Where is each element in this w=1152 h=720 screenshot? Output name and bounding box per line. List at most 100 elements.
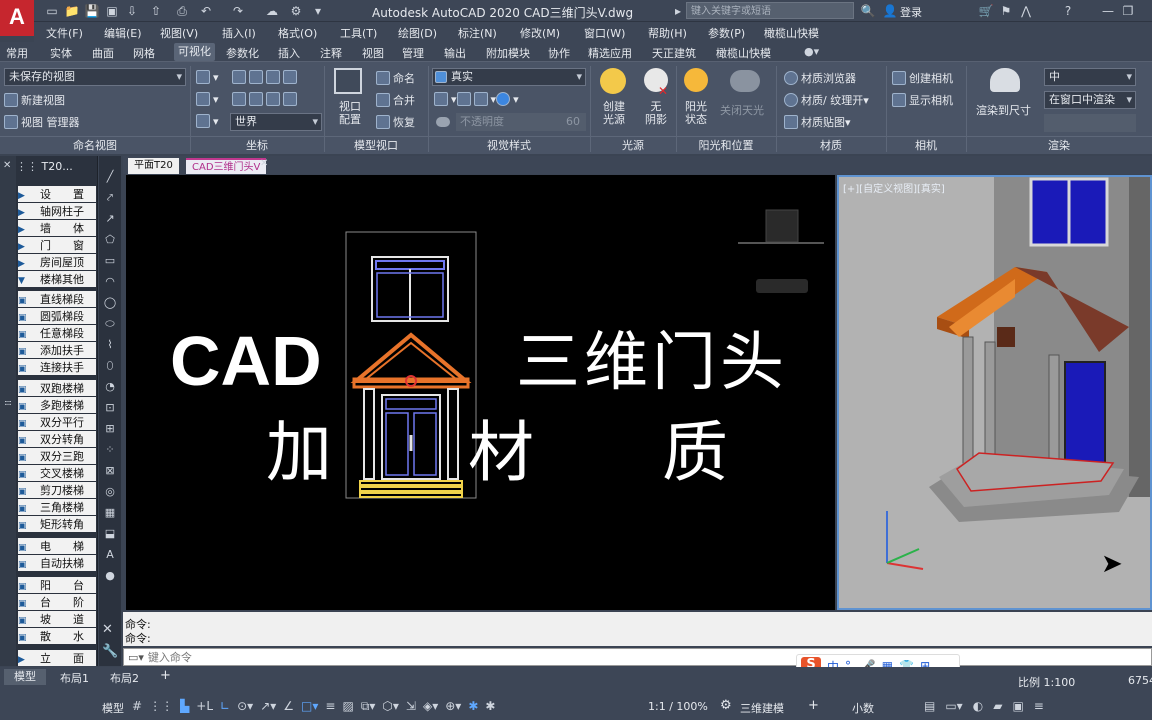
palette-item[interactable]: ▣ 剪刀楼梯: [18, 482, 96, 498]
workspace-icon[interactable]: ⚙: [288, 3, 304, 19]
ribbon-tab[interactable]: 管理: [402, 45, 424, 61]
rectangle-icon[interactable]: ▭: [103, 254, 117, 268]
minimize-icon[interactable]: —: [1100, 3, 1116, 19]
object-snap-icon[interactable]: □▾: [301, 699, 318, 714]
palette-item[interactable]: ▣ 双分转角: [18, 431, 96, 447]
viewport-restore-button[interactable]: 恢复: [376, 114, 415, 130]
doc-tab-current[interactable]: CAD三维门头V: [186, 158, 267, 174]
selection-filter-icon[interactable]: ◈▾: [423, 699, 438, 714]
layout-tab-model[interactable]: 模型: [4, 669, 46, 685]
ribbon-tab[interactable]: 常用: [6, 45, 28, 61]
quick-properties-icon[interactable]: ▤: [924, 699, 935, 713]
new-file-icon[interactable]: ▭: [44, 3, 60, 19]
palette-item[interactable]: ▶ 轴网柱子: [18, 203, 96, 219]
3d-viewport[interactable]: ➤: [837, 175, 1152, 610]
palette-item[interactable]: ▣ 任意梯段: [18, 325, 96, 341]
named-view-dropdown[interactable]: 未保存的视图: [4, 68, 186, 86]
snap-icon[interactable]: ⋮⋮: [149, 699, 173, 714]
search-icon[interactable]: 🔍: [860, 3, 876, 19]
edge-effects-buttons[interactable]: ▾ ▾ ▾: [434, 92, 519, 106]
model-canvas[interactable]: CAD 三维门头 加 材 质: [126, 175, 835, 610]
save-icon[interactable]: 💾: [84, 3, 100, 19]
palette-item[interactable]: ▣ 双分平行: [18, 414, 96, 430]
login-link[interactable]: 登录: [900, 4, 922, 20]
palette-item[interactable]: ▣ 多跑楼梯: [18, 397, 96, 413]
opacity-toggle-icon[interactable]: [436, 117, 450, 127]
create-light-button[interactable]: 创建 光源: [594, 100, 634, 126]
lineweight-icon[interactable]: ≡: [325, 699, 335, 714]
tab-overflow-icon[interactable]: ●▾: [804, 45, 819, 58]
ucs-x-button[interactable]: [232, 70, 300, 84]
hatch-icon[interactable]: ⊠: [103, 464, 117, 478]
ortho-icon[interactable]: ∟: [220, 699, 230, 714]
create-camera-button[interactable]: 创建相机: [892, 70, 953, 86]
auto-scale-icon[interactable]: ✱: [485, 699, 495, 714]
web-open-icon[interactable]: ⇩: [124, 3, 140, 19]
ribbon-tab[interactable]: 精选应用: [588, 45, 632, 61]
autodesk-app-icon[interactable]: ⚑: [998, 3, 1014, 19]
menu-item[interactable]: 工具(T): [340, 25, 377, 41]
viewport-config-icon[interactable]: [334, 68, 362, 94]
menu-item[interactable]: 格式(O): [278, 25, 317, 41]
share-icon[interactable]: ☁: [264, 3, 280, 19]
opacity-slider[interactable]: 不透明度 60: [456, 113, 586, 131]
palette-item[interactable]: ▶ 门 窗: [18, 237, 96, 253]
drafting-toggles[interactable]: # ⋮⋮ ▙ +L ∟ ⊙▾ ↗▾ ∠ □▾ ≡ ▨ ⧉▾ ⬡▾ ⇲ ◈▾ ⊕▾…: [132, 699, 495, 714]
user-icon[interactable]: 👤: [882, 3, 898, 19]
open-folder-icon[interactable]: 📁: [64, 3, 80, 19]
autocad-logo[interactable]: A: [0, 0, 34, 36]
ucs-3point-button[interactable]: ▾: [196, 114, 219, 128]
plot-icon[interactable]: ⎙: [174, 3, 190, 19]
ellipse-icon[interactable]: ⬯: [103, 359, 117, 373]
add-selected-icon[interactable]: ●: [103, 569, 117, 583]
palette-side-strip[interactable]: [0, 156, 16, 666]
status-right-tools[interactable]: ▤ ▭▾ ◐ ▰ ▣ ≡: [924, 699, 1044, 713]
search-input[interactable]: 键入关键字或短语: [686, 2, 854, 19]
annotation-scale[interactable]: 1:1 / 100%: [648, 700, 708, 713]
palette-item[interactable]: ▣ 台 阶: [18, 594, 96, 610]
clean-screen-icon[interactable]: ▣: [1012, 699, 1023, 713]
menu-item[interactable]: 编辑(E): [104, 25, 142, 41]
doc-tab-plan[interactable]: 平面T20: [128, 158, 179, 174]
restore-icon[interactable]: ❐: [1120, 3, 1136, 19]
polygon-icon[interactable]: ⬠: [103, 233, 117, 247]
dynamic-input-icon[interactable]: +L: [196, 699, 213, 714]
menu-item[interactable]: 插入(I): [222, 25, 256, 41]
xline-icon[interactable]: ↗: [103, 212, 117, 226]
viewport-config-button[interactable]: 视口 配置: [334, 100, 366, 126]
arc-icon[interactable]: ◠: [103, 275, 117, 289]
command-close-icon[interactable]: ✕: [102, 622, 113, 637]
layout-tab-1[interactable]: 布局1: [60, 670, 89, 686]
insert-block-icon[interactable]: ⊡: [103, 401, 117, 415]
gizmo-icon[interactable]: ⊕▾: [445, 699, 461, 714]
render-quality-dropdown[interactable]: 中: [1044, 68, 1136, 86]
units-dropdown[interactable]: 小数: [852, 700, 874, 716]
menu-item[interactable]: 视图(V): [160, 25, 198, 41]
visual-style-dropdown[interactable]: 真实: [432, 68, 586, 86]
infer-icon[interactable]: ▙: [180, 699, 189, 714]
layout-tab-2[interactable]: 布局2: [110, 670, 139, 686]
palette-item[interactable]: ▣ 散 水: [18, 628, 96, 644]
annotation-monitor-icon[interactable]: +: [808, 698, 819, 713]
cart-icon[interactable]: 🛒: [978, 3, 994, 19]
ribbon-tab[interactable]: 插入: [278, 45, 300, 61]
materials-browser-button[interactable]: 材质浏览器: [784, 70, 856, 86]
palette-close-icon[interactable]: ✕: [3, 160, 11, 171]
menu-item[interactable]: 标注(N): [458, 25, 497, 41]
save-as-icon[interactable]: ▣: [104, 3, 120, 19]
palette-item[interactable]: ▣ 矩形转角: [18, 516, 96, 532]
grid-icon[interactable]: #: [132, 699, 142, 714]
isolate-objects-icon[interactable]: ◐: [973, 699, 983, 713]
viewport-name-button[interactable]: 命名: [376, 70, 415, 86]
point-icon[interactable]: ⁘: [103, 443, 117, 457]
menu-item[interactable]: 参数(P): [708, 25, 745, 41]
command-input[interactable]: ▭▾ 键入命令: [123, 648, 1152, 666]
object-snap-tracking-icon[interactable]: ∠: [283, 699, 294, 714]
menu-item[interactable]: 帮助(H): [648, 25, 687, 41]
revcloud-icon[interactable]: ⬭: [103, 317, 117, 331]
make-block-icon[interactable]: ⊞: [103, 422, 117, 436]
annotation-visibility-icon[interactable]: ✱: [468, 699, 478, 714]
mtext-icon[interactable]: A: [103, 548, 117, 562]
ucs-origin-button[interactable]: ▾: [196, 92, 219, 106]
ribbon-tab[interactable]: 可视化: [174, 43, 215, 61]
